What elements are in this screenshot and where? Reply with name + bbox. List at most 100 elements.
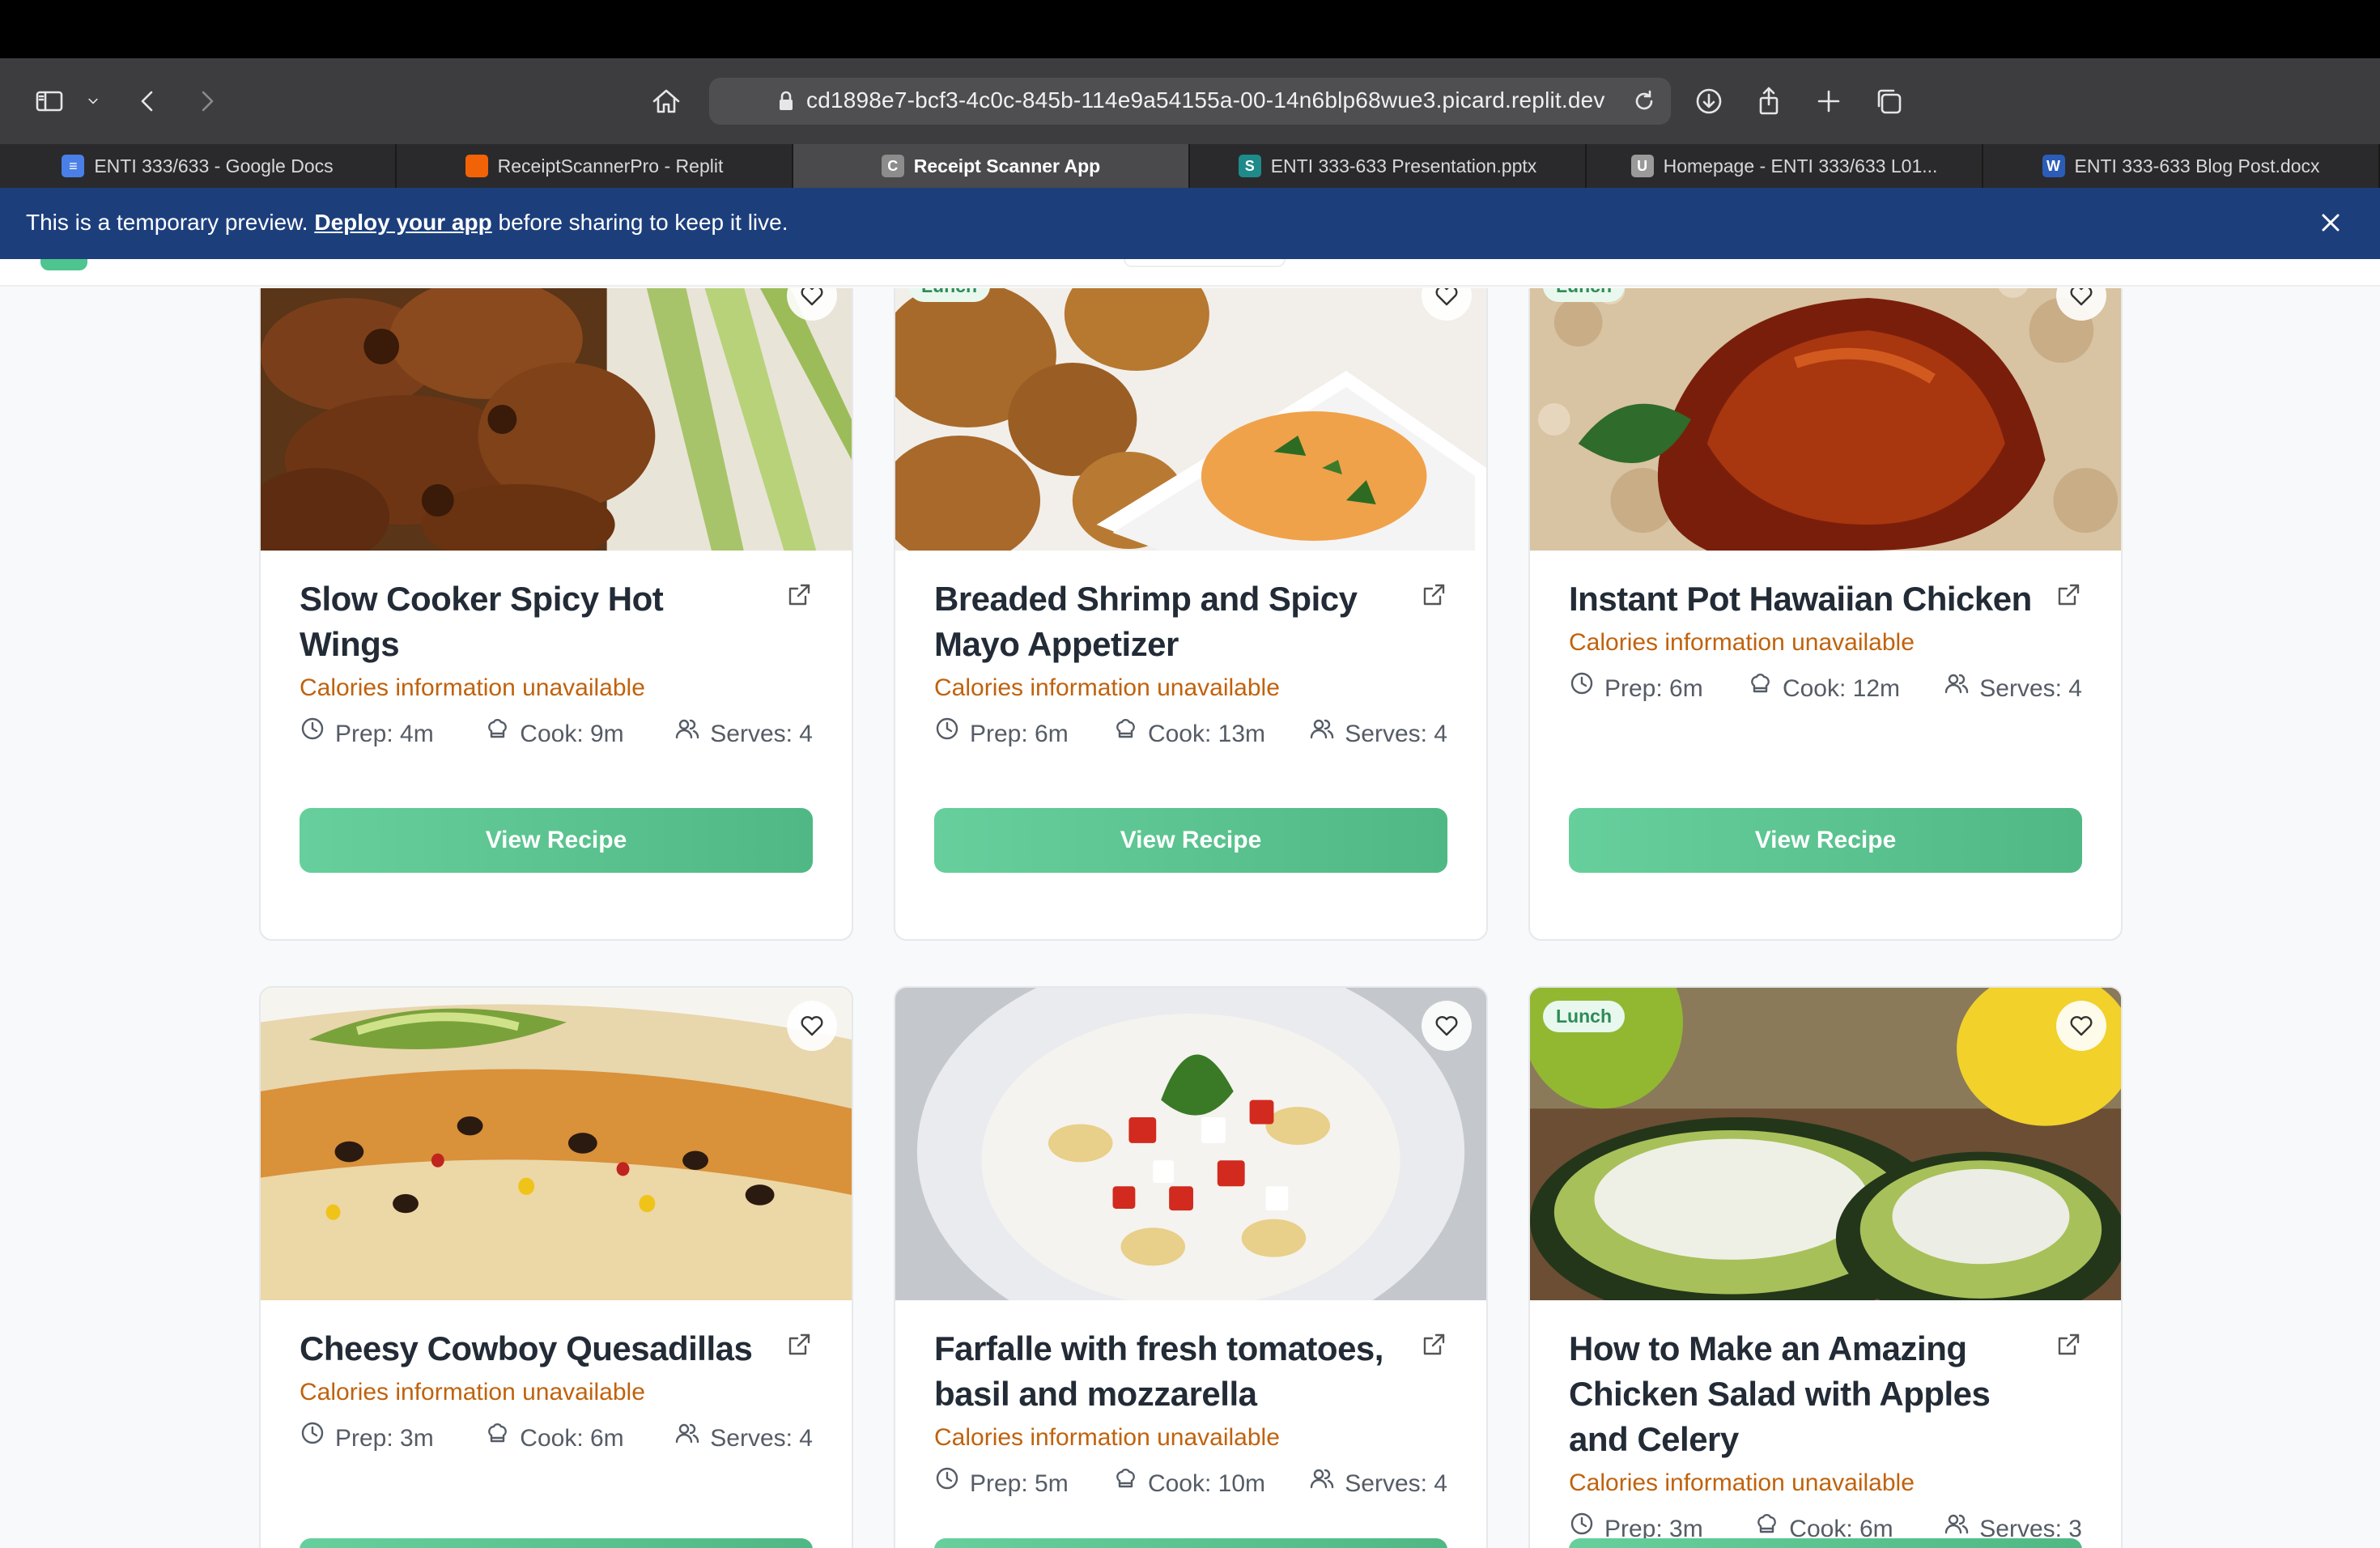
- chef-hat-icon: [1747, 670, 1773, 707]
- external-link-icon[interactable]: [2055, 581, 2082, 609]
- favorite-heart-icon[interactable]: [1422, 1001, 1472, 1051]
- servings-label: Serves: 4: [1345, 720, 1447, 747]
- recipe-card[interactable]: Farfalle with fresh tomatoes, basil and …: [894, 986, 1488, 1548]
- favorite-heart-icon[interactable]: [787, 1001, 837, 1051]
- browser-tab-label: ENTI 333-633 Presentation.pptx: [1270, 155, 1537, 176]
- recipe-image[interactable]: [261, 288, 852, 551]
- url-text: cd1898e7-bcf3-4c0c-845b-114e9a54155a-00-…: [806, 87, 1605, 113]
- users-icon: [674, 716, 700, 752]
- prep-time: Prep: 6m: [1569, 670, 1703, 707]
- recipe-meta: Prep: 5m Cook: 10m Serves: 4: [934, 1465, 1447, 1502]
- banner-message: This is a temporary preview. Deploy your…: [26, 210, 788, 236]
- tab-overview-icon[interactable]: [1870, 83, 1907, 120]
- calories-info: Calories information unavailable: [300, 1379, 645, 1406]
- share-icon[interactable]: [1750, 83, 1787, 120]
- reload-icon[interactable]: [1630, 87, 1658, 115]
- cook-time-label: Cook: 9m: [520, 720, 624, 747]
- external-link-icon[interactable]: [785, 1331, 813, 1359]
- browser-tab-label: Homepage - ENTI 333/633 L01...: [1663, 155, 1938, 176]
- cook-time-label: Cook: 13m: [1147, 720, 1266, 747]
- browser-tab[interactable]: W ENTI 333-633 Blog Post.docx: [1983, 144, 2380, 188]
- browser-tab[interactable]: C Receipt Scanner App: [793, 144, 1190, 188]
- favorite-heart-icon[interactable]: [2056, 1001, 2106, 1051]
- chef-hat-icon: [484, 1420, 510, 1457]
- view-recipe-button[interactable]: View Recipe: [1569, 808, 2082, 873]
- os-menu-bar: [0, 0, 2380, 58]
- recipe-image[interactable]: [261, 988, 852, 1300]
- view-recipe-button[interactable]: View Recipe: [1569, 1538, 2082, 1548]
- word-icon: W: [2042, 155, 2065, 177]
- sharepoint-icon: S: [1238, 155, 1261, 177]
- browser-tab[interactable]: ≡ ENTI 333/633 - Google Docs: [0, 144, 397, 188]
- external-link-icon[interactable]: [1420, 1331, 1447, 1359]
- browser-tab-label: ENTI 333-633 Blog Post.docx: [2074, 155, 2320, 176]
- calories-info: Calories information unavailable: [1569, 629, 1915, 656]
- recipe-title: Farfalle with fresh tomatoes, basil and …: [934, 1329, 1383, 1413]
- address-bar[interactable]: cd1898e7-bcf3-4c0c-845b-114e9a54155a-00-…: [709, 78, 1671, 125]
- header-nav-pill[interactable]: [1124, 259, 1286, 267]
- lock-icon: [774, 89, 798, 113]
- recipe-card-body: Breaded Shrimp and Spicy Mayo Appetizer …: [895, 551, 1486, 791]
- calories-info: Calories information unavailable: [300, 674, 645, 701]
- banner-suffix: before sharing to keep it live.: [491, 210, 788, 235]
- servings: Serves: 4: [674, 1420, 813, 1457]
- servings-label: Serves: 4: [1979, 674, 2082, 702]
- recipe-card[interactable]: Lunch How to Make an Amazing Chicken Sal…: [1528, 986, 2123, 1548]
- users-icon: [1309, 1465, 1335, 1502]
- recipe-card[interactable]: Slow Cooker Spicy Hot Wings Calories inf…: [259, 288, 853, 941]
- view-recipe-button[interactable]: View Recipe: [300, 1538, 813, 1548]
- home-icon[interactable]: [648, 83, 685, 120]
- recipe-card[interactable]: Cheesy Cowboy Quesadillas Calories infor…: [259, 986, 853, 1548]
- browser-tab[interactable]: S ENTI 333-633 Presentation.pptx: [1190, 144, 1587, 188]
- browser-tab-label: ENTI 333/633 - Google Docs: [94, 155, 334, 176]
- recipe-card[interactable]: Lunch Breaded Shrimp and Spicy Mayo Appe…: [894, 288, 1488, 941]
- clock-icon: [934, 1465, 960, 1502]
- prep-time-label: Prep: 3m: [335, 1424, 434, 1452]
- recipe-grid: Slow Cooker Spicy Hot Wings Calories inf…: [0, 288, 2380, 1548]
- browser-tab-label: ReceiptScannerPro - Replit: [497, 155, 724, 176]
- prep-time: Prep: 3m: [300, 1420, 434, 1457]
- meal-type-badge: Lunch: [1543, 1001, 1625, 1032]
- replit-icon: [465, 155, 488, 177]
- prep-time-label: Prep: 5m: [970, 1469, 1069, 1497]
- recipe-card[interactable]: Lunch Instant Pot Hawaiian Chicken Calor…: [1528, 288, 2123, 941]
- calories-info: Calories information unavailable: [934, 1424, 1280, 1451]
- clock-icon: [1569, 670, 1595, 707]
- chevron-down-icon[interactable]: [74, 83, 112, 120]
- recipe-image[interactable]: [895, 988, 1486, 1300]
- cook-time: Cook: 13m: [1112, 716, 1265, 752]
- clock-icon: [300, 716, 325, 752]
- forward-arrow-icon[interactable]: [188, 83, 225, 120]
- view-recipe-button[interactable]: View Recipe: [934, 1538, 1447, 1548]
- back-arrow-icon[interactable]: [130, 83, 167, 120]
- view-recipe-button[interactable]: View Recipe: [300, 808, 813, 873]
- view-recipe-button[interactable]: View Recipe: [934, 808, 1447, 873]
- prep-time: Prep: 4m: [300, 716, 434, 752]
- servings-label: Serves: 4: [1345, 1469, 1447, 1497]
- recipe-meta: Prep: 6m Cook: 12m Serves: 4: [1569, 670, 2082, 707]
- external-link-icon[interactable]: [1420, 581, 1447, 609]
- recipe-meta: Prep: 4m Cook: 9m Serves: 4: [300, 716, 813, 752]
- cook-time-label: Cook: 10m: [1147, 1469, 1266, 1497]
- browser-tab[interactable]: U Homepage - ENTI 333/633 L01...: [1587, 144, 1983, 188]
- download-icon[interactable]: [1690, 83, 1728, 120]
- sidebar-toggle-icon[interactable]: [31, 83, 68, 120]
- close-icon[interactable]: [2318, 211, 2343, 235]
- browser-tab-label: Receipt Scanner App: [913, 155, 1101, 176]
- recipe-meta: Prep: 3m Cook: 6m Serves: 4: [300, 1420, 813, 1457]
- external-link-icon[interactable]: [785, 581, 813, 609]
- cook-time: Cook: 6m: [484, 1420, 624, 1457]
- app-logo[interactable]: [40, 259, 87, 270]
- recipe-image[interactable]: Lunch: [895, 288, 1486, 551]
- external-link-icon[interactable]: [2055, 1331, 2082, 1359]
- browser-toolbar: cd1898e7-bcf3-4c0c-845b-114e9a54155a-00-…: [0, 58, 2380, 144]
- new-tab-plus-icon[interactable]: [1810, 83, 1847, 120]
- cook-time-label: Cook: 6m: [520, 1424, 624, 1452]
- recipe-image[interactable]: Lunch: [1530, 288, 2121, 551]
- browser-tab[interactable]: ReceiptScannerPro - Replit: [397, 144, 793, 188]
- recipe-meta: Prep: 6m Cook: 13m Serves: 4: [934, 716, 1447, 752]
- recipe-image[interactable]: Lunch: [1530, 988, 2121, 1300]
- recipe-card-body: Farfalle with fresh tomatoes, basil and …: [895, 1300, 1486, 1541]
- deploy-app-link[interactable]: Deploy your app: [314, 210, 491, 235]
- recipe-card-body: Slow Cooker Spicy Hot Wings Calories inf…: [261, 551, 852, 791]
